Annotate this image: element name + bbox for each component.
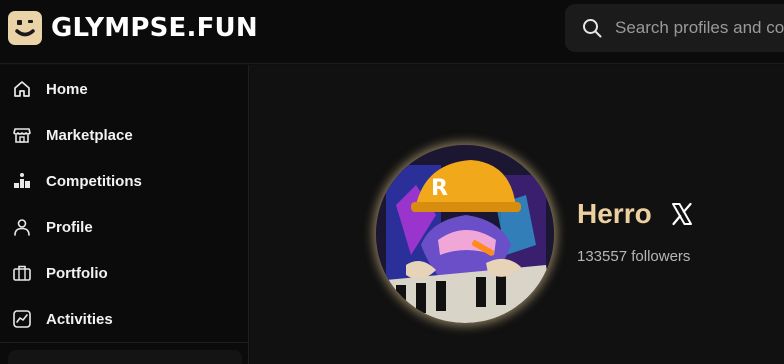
smile-face-icon [8,11,42,45]
sidebar: Home Marketplace Competitions Profile Po… [0,65,249,364]
sidebar-item-home[interactable]: Home [0,69,248,109]
sidebar-item-label: Portfolio [46,264,108,282]
sidebar-divider [0,342,248,343]
main-content: R Herro 133557 followers [250,65,784,364]
chart-icon [13,310,31,328]
avatar[interactable]: R [376,145,554,323]
x-logo-icon[interactable] [670,202,694,226]
sidebar-item-portfolio[interactable]: Portfolio [0,253,248,293]
sidebar-item-label: Competitions [46,172,142,190]
briefcase-icon [13,265,31,281]
sidebar-item-activities[interactable]: Activities [0,299,248,339]
podium-icon [14,173,30,188]
store-icon [13,128,31,143]
svg-text:R: R [431,176,448,201]
sidebar-item-label: Activities [46,310,113,328]
sidebar-item-profile[interactable]: Profile [0,207,248,247]
sidebar-item-label: Marketplace [46,126,133,144]
sidebar-item-label: Profile [46,218,93,236]
search-bar[interactable]: Search profiles and con [565,4,784,52]
top-bar: GLYMPSE.FUN Search profiles and con [0,0,784,64]
search-icon [583,19,602,38]
profile-name: Herro [577,198,652,229]
followers-count: 133557 followers [577,248,691,265]
sidebar-item-marketplace[interactable]: Marketplace [0,115,248,155]
brand-name: GLYMPSE.FUN [51,13,258,43]
sidebar-item-competitions[interactable]: Competitions [0,161,248,201]
avatar-illustration: R [376,145,554,323]
brand-logo[interactable]: GLYMPSE.FUN [8,11,258,45]
search-input[interactable]: Search profiles and con [615,18,784,38]
user-icon [14,219,30,236]
sidebar-card[interactable] [8,350,242,364]
sidebar-item-label: Home [46,80,88,98]
home-icon [14,81,30,97]
